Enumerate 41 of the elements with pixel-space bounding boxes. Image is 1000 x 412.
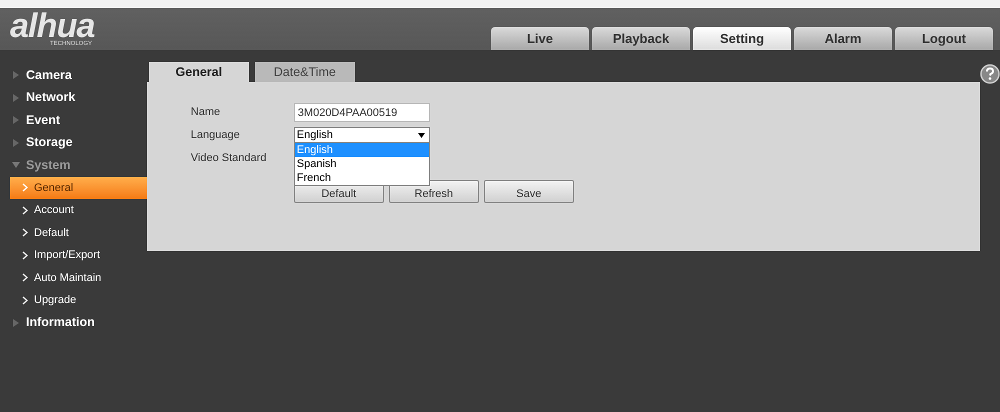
sidebar-item[interactable]: Network	[0, 86, 147, 109]
sidebar-subitem[interactable]: Default	[10, 222, 147, 244]
content-tab[interactable]: Date&Time	[254, 62, 355, 82]
language-select[interactable]: English	[294, 127, 430, 143]
chevron-right-icon	[22, 273, 28, 282]
nav-tab[interactable]: Alarm	[794, 27, 892, 50]
sidebar-subitem[interactable]: General	[10, 176, 147, 199]
field-label: Video Standard	[190, 150, 268, 166]
nav-tab[interactable]: Live	[491, 27, 589, 50]
nav-tab[interactable]: Logout	[895, 27, 993, 50]
sidebar-item[interactable]: System	[0, 154, 147, 176]
nav-tab[interactable]: Setting	[693, 27, 791, 50]
triangle-right-icon	[12, 138, 20, 147]
triangle-right-icon	[12, 94, 20, 102]
action-button[interactable]: Save	[484, 180, 574, 203]
sidebar-subitem[interactable]: Account	[10, 199, 147, 222]
chevron-right-icon	[22, 250, 28, 260]
sidebar-item[interactable]: Information	[0, 312, 147, 334]
logo-wordmark: alhua	[10, 11, 95, 41]
sidebar-subitem[interactable]: Auto Maintain	[10, 266, 147, 289]
content-tab[interactable]: General	[148, 62, 249, 82]
sidebar-item[interactable]: Camera	[0, 64, 147, 86]
triangle-right-icon	[12, 71, 20, 80]
sidebar-subitem[interactable]: Import/Export	[10, 244, 147, 266]
sidebar-item[interactable]: Storage	[0, 132, 147, 154]
chevron-right-icon	[22, 296, 28, 305]
sidebar-item[interactable]: Event	[0, 109, 147, 132]
dropdown-arrow-icon	[418, 132, 425, 138]
triangle-right-icon	[12, 116, 20, 124]
chevron-right-icon	[22, 206, 28, 215]
sidebar-subitem[interactable]: Upgrade	[10, 289, 147, 312]
triangle-right-icon	[12, 318, 20, 327]
dropdown-option[interactable]: Spanish	[294, 157, 429, 171]
field-label: Name	[190, 105, 222, 120]
field-label: Language	[190, 128, 241, 143]
chevron-right-icon	[22, 228, 28, 238]
chevron-right-icon	[22, 183, 28, 192]
help-icon[interactable]	[980, 64, 1000, 84]
nav-tab[interactable]: Playback	[592, 27, 690, 50]
triangle-down-icon	[12, 161, 20, 170]
name-field[interactable]: 3M020D4PAA00519	[294, 103, 430, 122]
